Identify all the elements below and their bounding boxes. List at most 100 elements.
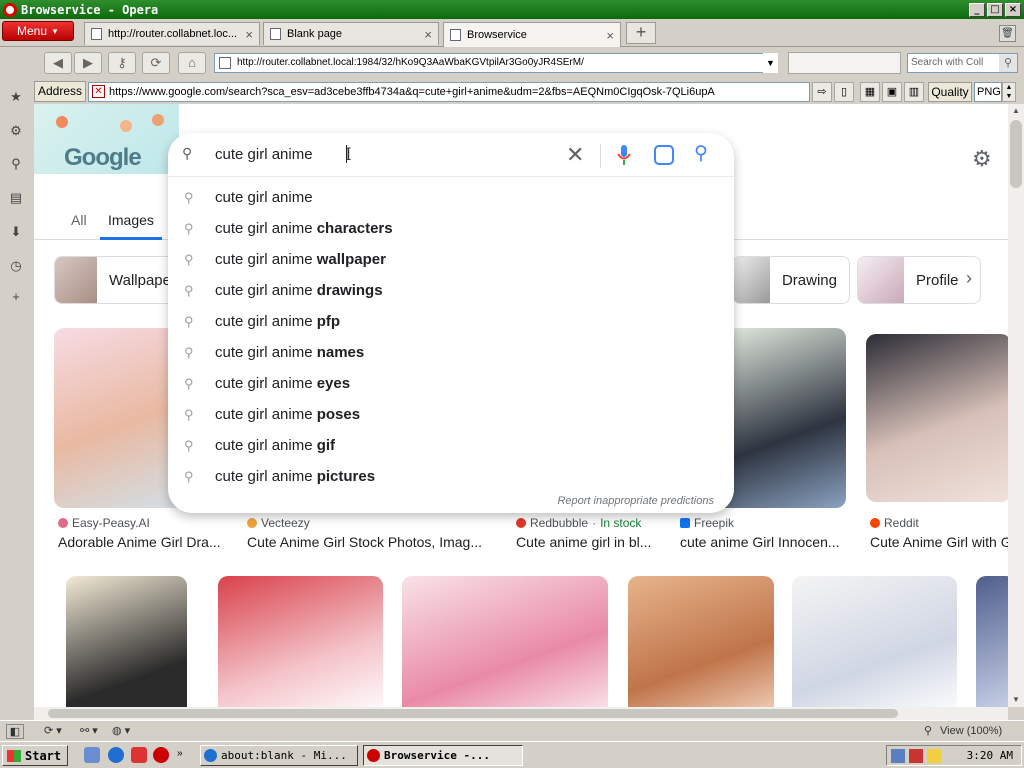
bookmark-icon[interactable]: ▯ [834, 81, 854, 102]
result-source[interactable]: Freepik [680, 516, 734, 530]
home-button[interactable]: ⌂ [178, 52, 206, 74]
result-title[interactable]: Cute Anime Girl with G [870, 534, 1008, 550]
search-input[interactable]: Search with Coll ⚲ [907, 53, 1018, 73]
scroll-thumb[interactable] [1010, 120, 1022, 188]
clock[interactable]: 3:20 AM [967, 749, 1013, 762]
result-source[interactable]: Vecteezy [247, 516, 310, 530]
back-button[interactable]: ◀ [44, 52, 72, 74]
search-icon[interactable]: ⚲ [999, 54, 1017, 72]
horizontal-scrollbar[interactable] [34, 707, 1008, 720]
google-doodle[interactable]: Google [34, 104, 179, 174]
chevron-right-icon[interactable]: › [966, 268, 972, 289]
taskbar-item-browservice[interactable]: Browservice -... [363, 745, 523, 766]
trash-icon[interactable]: 🗑 [999, 25, 1016, 42]
suggestion-item[interactable]: ⚲ cute girl anime characters [168, 214, 734, 245]
result-image[interactable] [792, 576, 957, 707]
internet-explorer-icon[interactable] [108, 747, 124, 763]
quicklaunch-icon[interactable] [131, 747, 147, 763]
quicklaunch-icon[interactable] [84, 747, 100, 763]
volume-tray-icon[interactable] [927, 748, 941, 763]
stop-icon[interactable]: ✕ [92, 84, 105, 98]
suggestion-item[interactable]: ⚲ cute girl anime wallpaper [168, 245, 734, 276]
history-panel-icon[interactable]: ◷ [7, 257, 25, 275]
tab-close-button[interactable]: × [424, 27, 432, 42]
key-icon[interactable]: ⚷ [108, 52, 136, 74]
format-spinner[interactable]: ▲ ▼ [1002, 81, 1016, 102]
clipboard-icon[interactable]: ▣ [882, 81, 902, 102]
notes-panel-icon[interactable]: ▤ [7, 189, 25, 207]
clear-icon[interactable]: ✕ [566, 142, 584, 168]
suggestion-item[interactable]: ⚲ cute girl anime pfp [168, 307, 734, 338]
tab-browservice[interactable]: Browservice × [443, 22, 621, 47]
tab-close-button[interactable]: × [245, 27, 253, 42]
tab-all[interactable]: All [71, 208, 87, 240]
open-file-icon[interactable]: ▥ [904, 81, 924, 102]
bookmarks-panel-icon[interactable]: ★ [7, 88, 25, 106]
close-window-button[interactable]: × [1005, 2, 1021, 17]
security-tray-icon[interactable] [909, 748, 923, 763]
tab-router[interactable]: http://router.collabnet.loc... × [84, 22, 260, 45]
suggestion-item[interactable]: ⚲ cute girl anime pictures [168, 462, 734, 493]
tab-images[interactable]: Images [100, 208, 162, 240]
result-image[interactable] [866, 334, 1008, 502]
turbo-icon[interactable]: ◍ ▾ [112, 724, 130, 739]
suggestion-item[interactable]: ⚲ cute girl anime drawings [168, 276, 734, 307]
tab-close-button[interactable]: × [606, 28, 614, 43]
suggestion-item[interactable]: ⚲ cute girl anime eyes [168, 369, 734, 400]
search-submit-icon[interactable]: ⚲ [694, 142, 708, 165]
tab-blank-page[interactable]: Blank page × [263, 22, 439, 45]
start-button[interactable]: Start [2, 745, 68, 766]
suggestion-item[interactable]: ⚲ cute girl anime [168, 183, 734, 214]
downloads-panel-icon[interactable]: ⬇ [7, 223, 25, 241]
suggestion-item[interactable]: ⚲ cute girl anime names [168, 338, 734, 369]
find-icon[interactable]: ▦ [860, 81, 880, 102]
filter-chip-drawing[interactable]: Drawing [732, 256, 850, 304]
opera-icon[interactable] [153, 747, 169, 763]
scroll-up-icon[interactable]: ▲ [1008, 104, 1024, 118]
minimize-button[interactable]: _ [969, 2, 985, 17]
camera-lens-icon[interactable] [654, 145, 674, 165]
taskbar-item-about-blank[interactable]: about:blank - Mi... [200, 745, 358, 766]
suggestion-item[interactable]: ⚲ cute girl anime gif [168, 431, 734, 462]
transfers-panel-icon[interactable]: ⚲ [7, 155, 25, 173]
forward-button[interactable]: ▶ [74, 52, 102, 74]
search-box[interactable]: ⚲ cute girl anime I ✕ ⚲ [168, 133, 734, 177]
result-image[interactable] [218, 576, 383, 707]
filter-chip-wallpaper[interactable]: Wallpape [54, 256, 184, 304]
result-title[interactable]: Cute anime girl in bl... [516, 534, 661, 550]
sync-icon[interactable]: ⟳ ▾ [44, 724, 62, 739]
result-source[interactable]: Reddit [870, 516, 919, 530]
format-select[interactable]: PNG [974, 81, 1002, 102]
report-predictions-link[interactable]: Report inappropriate predictions [557, 495, 714, 507]
result-image[interactable] [976, 576, 1008, 707]
address-field[interactable]: ✕ https://www.google.com/search?sca_esv=… [88, 81, 810, 102]
network-tray-icon[interactable] [891, 748, 905, 763]
scroll-thumb[interactable] [48, 709, 898, 718]
gear-icon[interactable]: ⚙ [972, 146, 992, 172]
result-title[interactable]: Cute Anime Girl Stock Photos, Imag... [247, 534, 492, 550]
network-icon[interactable]: ⚯ ▾ [80, 724, 98, 739]
maximize-button[interactable]: □ [987, 2, 1003, 17]
reload-button[interactable]: ⟳ [142, 52, 170, 74]
result-title[interactable]: Adorable Anime Girl Dra... [58, 534, 228, 550]
scroll-down-icon[interactable]: ▼ [1008, 693, 1024, 707]
url-field[interactable]: http://router.collabnet.local:1984/32/hK… [214, 53, 778, 73]
vertical-scrollbar[interactable]: ▲ ▼ [1008, 104, 1024, 707]
microphone-icon[interactable] [617, 144, 631, 166]
result-source[interactable]: Redbubble · In stock [516, 516, 641, 530]
url-dropdown-icon[interactable]: ▼ [763, 53, 778, 73]
add-panel-icon[interactable]: + [7, 288, 25, 306]
filter-chip-profile[interactable]: Profile [857, 256, 981, 304]
result-source[interactable]: Easy-Peasy.AI [58, 516, 150, 530]
result-image[interactable] [66, 576, 187, 707]
zoom-level[interactable]: View (100%) [940, 724, 1002, 739]
opera-menu-button[interactable]: Menu ▼ [2, 21, 74, 41]
result-image[interactable] [402, 576, 608, 707]
go-arrow-icon[interactable]: ⇨ [812, 81, 832, 102]
result-title[interactable]: cute anime Girl Innocen... [680, 534, 848, 550]
suggestion-item[interactable]: ⚲ cute girl anime poses [168, 400, 734, 431]
new-tab-button[interactable]: + [626, 22, 656, 44]
settings-panel-icon[interactable]: ⚙ [7, 122, 25, 140]
more-icon[interactable]: » [177, 748, 183, 759]
panel-toggle-icon[interactable]: ◧ [6, 724, 24, 739]
